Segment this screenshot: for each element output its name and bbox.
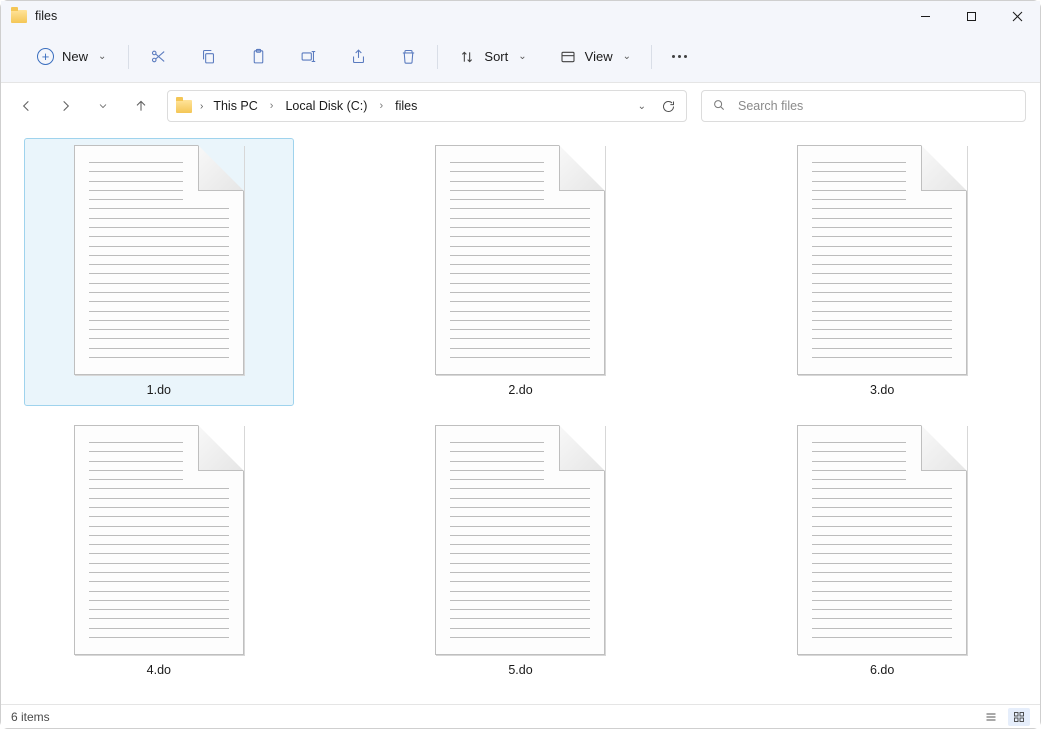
file-item[interactable]: 6.do — [748, 419, 1016, 685]
file-item[interactable]: 5.do — [386, 419, 654, 685]
back-button[interactable] — [15, 94, 39, 118]
new-button-label: New — [62, 49, 88, 64]
search-box[interactable] — [701, 90, 1026, 122]
file-thumbnail — [797, 145, 967, 375]
new-button[interactable]: + New ⌄ — [29, 44, 114, 69]
recent-locations-button[interactable] — [91, 94, 115, 118]
view-icon — [559, 48, 577, 66]
maximize-button[interactable] — [948, 1, 994, 31]
share-button[interactable] — [343, 44, 373, 70]
minimize-button[interactable] — [902, 1, 948, 31]
content-area: 1.do 2.do 3.do 4.do 5.do 6.do — [1, 129, 1040, 704]
address-bar[interactable]: › This PC › Local Disk (C:) › files ⌄ — [167, 90, 687, 122]
chevron-right-icon: › — [377, 100, 385, 112]
search-input[interactable] — [736, 98, 1015, 114]
toolbar: + New ⌄ — [1, 31, 1040, 83]
address-dropdown[interactable]: ⌄ — [638, 101, 646, 112]
forward-button[interactable] — [53, 94, 77, 118]
view-button-label: View — [585, 49, 613, 64]
file-grid: 1.do 2.do 3.do 4.do 5.do 6.do — [13, 139, 1028, 685]
file-name: 4.do — [147, 663, 171, 677]
trash-icon — [399, 48, 417, 66]
search-icon — [712, 98, 726, 115]
file-name: 6.do — [870, 663, 894, 677]
status-text: 6 items — [11, 710, 50, 724]
file-thumbnail — [74, 145, 244, 375]
file-thumbnail — [435, 145, 605, 375]
share-icon — [349, 48, 367, 66]
view-button[interactable]: View ⌄ — [553, 44, 637, 70]
file-item[interactable]: 1.do — [25, 139, 293, 405]
paste-button[interactable] — [243, 44, 273, 70]
more-button[interactable] — [666, 51, 693, 62]
file-item[interactable]: 3.do — [748, 139, 1016, 405]
close-button[interactable] — [994, 1, 1040, 31]
status-bar: 6 items — [1, 704, 1040, 728]
plus-icon: + — [37, 48, 54, 65]
details-view-toggle[interactable] — [980, 708, 1002, 726]
sort-button[interactable]: Sort ⌄ — [452, 44, 532, 70]
breadcrumb-segment[interactable]: This PC — [209, 97, 261, 115]
rename-icon — [299, 48, 317, 66]
breadcrumb: This PC › Local Disk (C:) › files — [209, 97, 421, 115]
cut-button[interactable] — [143, 44, 173, 70]
file-name: 2.do — [508, 383, 532, 397]
file-name: 1.do — [147, 383, 171, 397]
sort-button-label: Sort — [484, 49, 508, 64]
file-item[interactable]: 2.do — [386, 139, 654, 405]
file-thumbnail — [435, 425, 605, 655]
chevron-right-icon: › — [268, 100, 276, 112]
window-controls — [902, 1, 1040, 31]
title-bar: files — [1, 1, 1040, 31]
up-button[interactable] — [129, 94, 153, 118]
chevron-down-icon: ⌄ — [98, 51, 106, 62]
large-icons-view-toggle[interactable] — [1008, 708, 1030, 726]
file-name: 5.do — [508, 663, 532, 677]
chevron-right-icon: › — [200, 101, 203, 112]
folder-icon — [176, 100, 192, 113]
chevron-down-icon: ⌄ — [623, 51, 631, 62]
file-thumbnail — [74, 425, 244, 655]
breadcrumb-segment[interactable]: Local Disk (C:) — [281, 97, 371, 115]
copy-icon — [199, 48, 217, 66]
delete-button[interactable] — [393, 44, 423, 70]
chevron-down-icon: ⌄ — [518, 51, 526, 62]
breadcrumb-segment[interactable]: files — [391, 97, 421, 115]
file-thumbnail — [797, 425, 967, 655]
navigation-row: › This PC › Local Disk (C:) › files ⌄ — [1, 83, 1040, 129]
file-item[interactable]: 4.do — [25, 419, 293, 685]
file-name: 3.do — [870, 383, 894, 397]
sort-icon — [458, 48, 476, 66]
clipboard-icon — [249, 48, 267, 66]
refresh-button[interactable] — [660, 98, 676, 114]
window-title: files — [35, 9, 57, 23]
folder-icon — [11, 10, 27, 23]
copy-button[interactable] — [193, 44, 223, 70]
rename-button[interactable] — [293, 44, 323, 70]
scissors-icon — [149, 48, 167, 66]
